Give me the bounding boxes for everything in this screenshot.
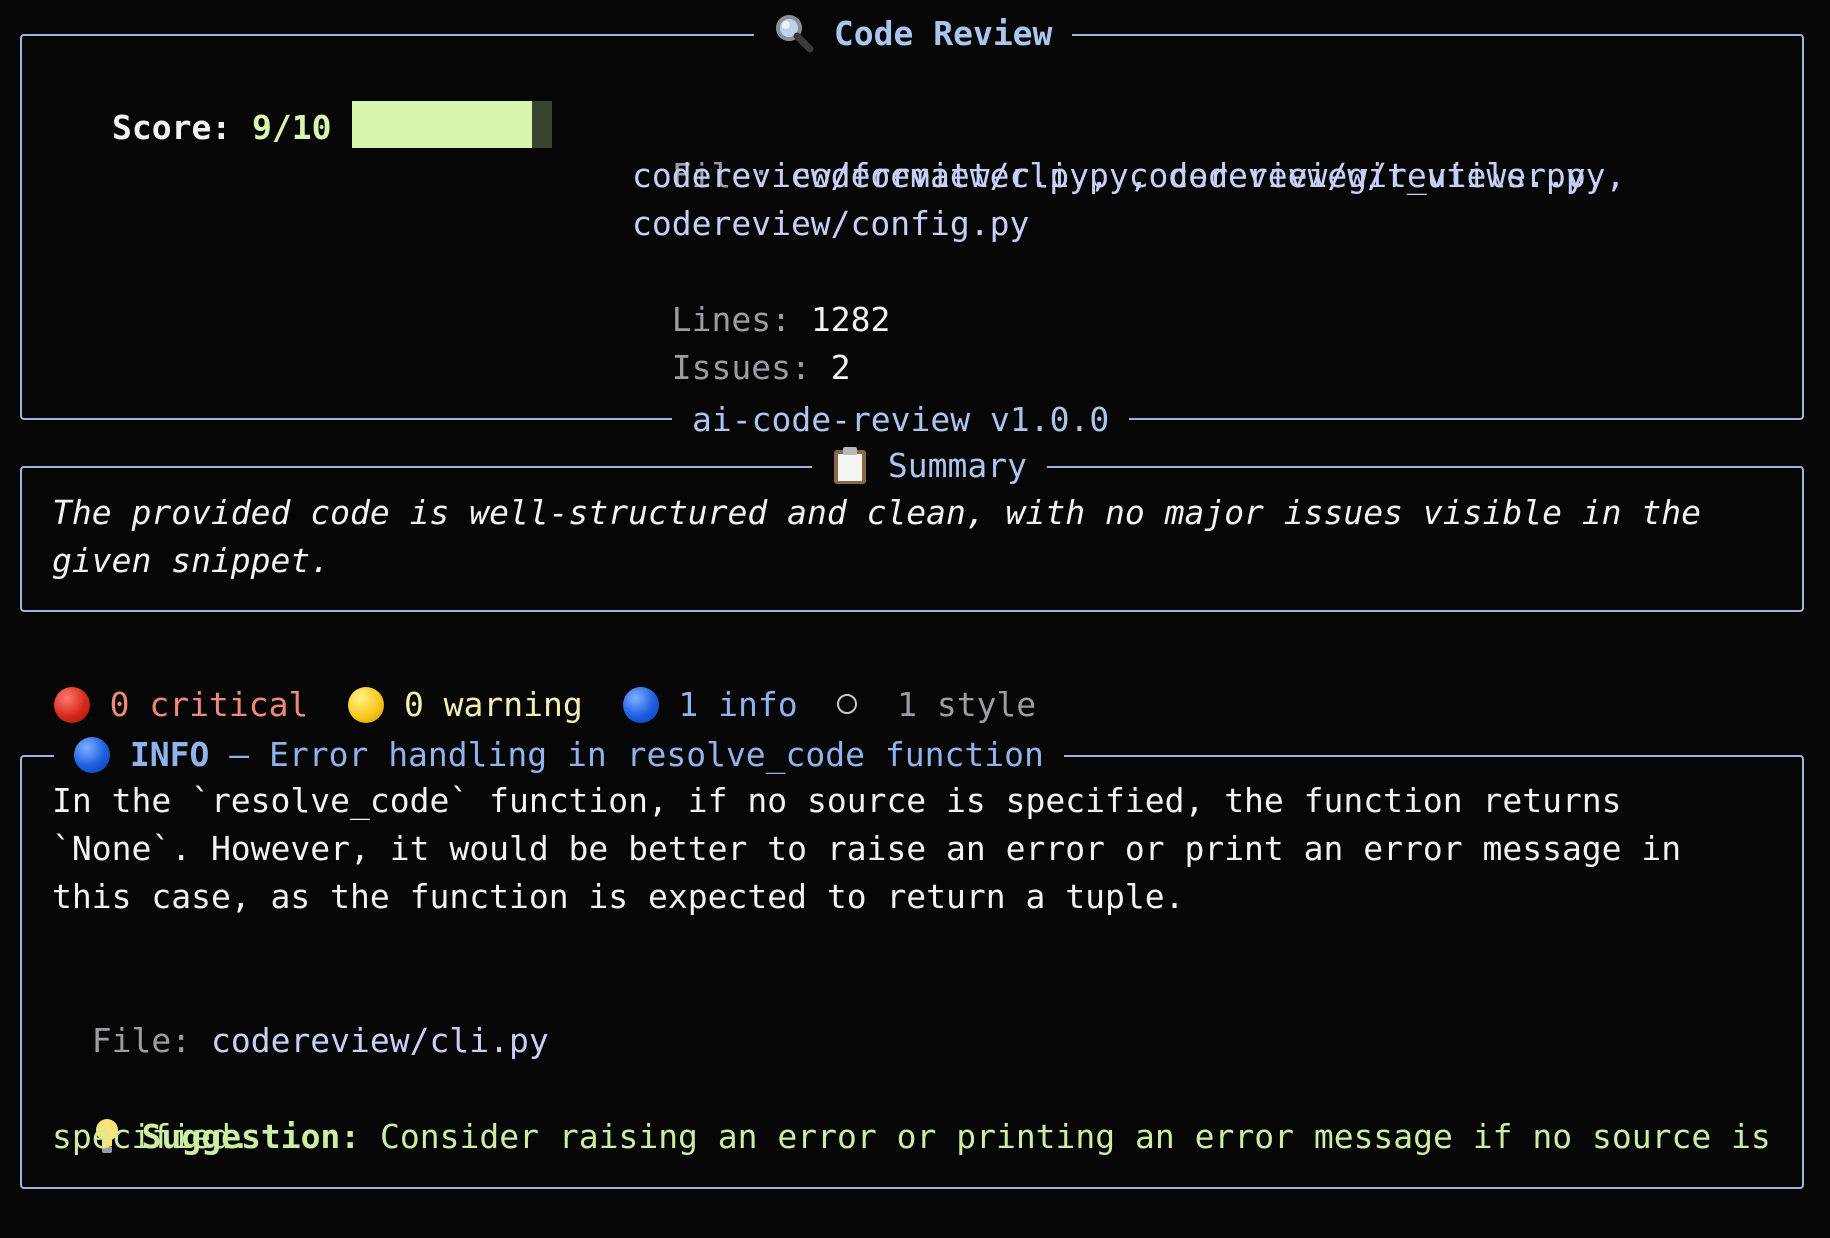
yellow-circle-icon: [348, 687, 385, 723]
issues-info: Issues: 2: [632, 296, 851, 392]
summary-title-text: Summary: [887, 446, 1027, 485]
score-value: 9/10: [252, 108, 332, 147]
file-list-line-2: codereview/formatter.py, codereview/git_…: [632, 156, 1606, 195]
suggestion-text: Consider raising an error or printing an…: [380, 1117, 1771, 1156]
issues-label: Issues:: [671, 348, 811, 387]
code-review-panel-title: Code Review: [754, 10, 1073, 58]
magnifier-icon: [776, 15, 814, 53]
severity-counts: 0 critical 0 warning 1 info 1 style: [14, 633, 1036, 729]
issue-file-label: File:: [91, 1021, 192, 1060]
suggestion-line-1: Suggestion: Consider raising an error or…: [52, 1065, 1771, 1161]
issue-file-info: File: codereview/cli.py: [52, 969, 549, 1065]
clipboard-icon: [834, 447, 866, 484]
issue-severity: INFO: [129, 735, 210, 774]
issue-body-line-1: In the `resolve_code` function, if no so…: [52, 781, 1622, 820]
file-list-line-3: codereview/config.py: [632, 204, 1030, 243]
blue-circle-icon: [74, 737, 110, 773]
score-label: Score:: [112, 108, 232, 147]
info-count: 1 info: [678, 685, 798, 724]
issue-panel-title: INFO — Error handling in resolve_code fu…: [54, 731, 1064, 779]
white-circle-icon: [837, 694, 858, 714]
score-bar: [352, 101, 552, 148]
issue-body-line-3: this case, as the function is expected t…: [52, 877, 1185, 916]
code-review-title-text: Code Review: [833, 14, 1053, 53]
style-count: 1 style: [897, 685, 1037, 724]
score-bar-fill: [352, 101, 532, 148]
score-bar-remaining: [532, 101, 552, 148]
critical-count: 0 critical: [109, 685, 309, 724]
blue-circle-icon: [622, 687, 659, 723]
issues-value: 2: [830, 348, 851, 387]
issue-body-line-2: `None`. However, it would be better to r…: [52, 829, 1682, 868]
issue-title-separator: —: [229, 735, 250, 774]
summary-line-1: The provided code is well-structured and…: [52, 493, 1702, 532]
issue-title: Error handling in resolve_code function: [268, 735, 1044, 774]
summary-panel-title: Summary: [812, 442, 1047, 490]
red-circle-icon: [53, 687, 90, 723]
issue-file-value: codereview/cli.py: [210, 1021, 549, 1060]
suggestion-line-2: specified.: [52, 1117, 251, 1156]
warning-count: 0 warning: [403, 685, 583, 724]
summary-line-2: given snippet.: [52, 541, 331, 580]
version-label: ai-code-review v1.0.0: [672, 396, 1130, 444]
